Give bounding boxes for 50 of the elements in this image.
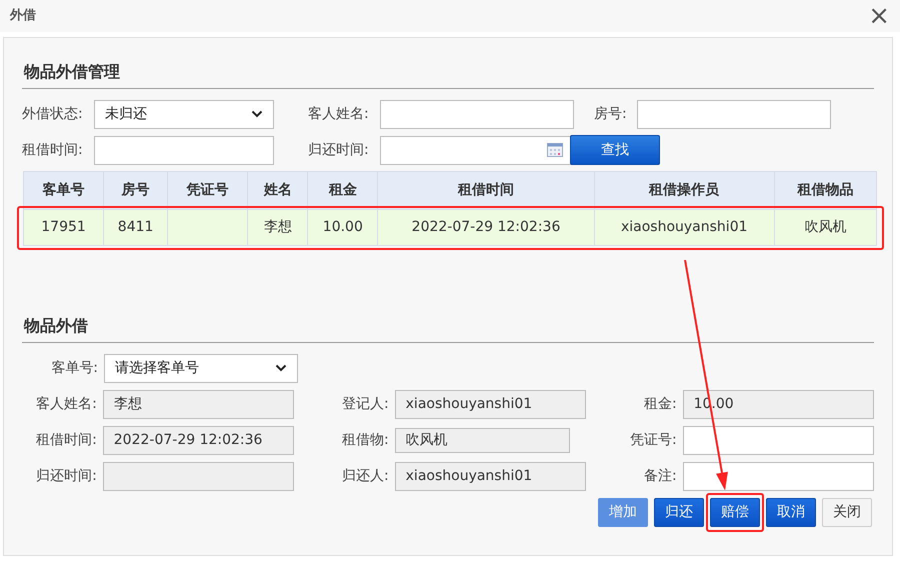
field-label: 房号: [594,106,627,122]
field-label: 归还时间: [308,142,369,158]
column-header[interactable]: 租借操作员 [594,172,774,210]
column-header[interactable]: 租借时间 [378,172,594,210]
column-header[interactable]: 房号 [104,172,168,210]
calendar-icon[interactable] [547,143,563,157]
field-label: 凭证号: [630,432,677,448]
field-label: 备注: [644,468,677,484]
field-label: 租借时间: [36,432,97,448]
window-title: 外借 [10,7,36,26]
table-cell: 吹风机 [774,210,876,246]
field-label: 登记人: [342,396,389,412]
table-cell: xiaoshouyanshi01 [594,210,774,246]
field-label: 租借时间: [22,142,83,158]
table-cell: 2022-07-29 12:02:36 [378,210,594,246]
section-title: 物品外借管理 [22,54,874,89]
column-header[interactable]: 租金 [308,172,378,210]
field-label: 客单号: [51,360,98,376]
column-header[interactable]: 客单号 [24,172,104,210]
field-label: 外借状态: [22,106,83,122]
search-button[interactable]: 查找 [570,135,660,165]
field-label: 归还人: [342,468,389,484]
input-field[interactable] [94,136,274,164]
caret-icon [251,110,263,118]
table-cell: 8411 [104,210,168,246]
action-button[interactable]: 归还 [654,498,704,527]
field-label: 客人姓名: [308,106,369,122]
input-field[interactable] [380,100,574,128]
field-label: 归还时间: [36,468,97,484]
input-field[interactable] [637,100,831,128]
close-button[interactable]: × [868,3,890,29]
table-cell: 10.00 [308,210,378,246]
section-title: 物品外借 [22,308,874,343]
column-header[interactable]: 姓名 [248,172,308,210]
input-field[interactable] [682,426,874,454]
column-header[interactable]: 凭证号 [168,172,248,210]
dropdown[interactable]: 请选择客单号 [104,354,298,382]
field-label: 租金: [644,396,677,412]
dropdown[interactable]: 未归还 [94,100,274,128]
field-label: 租借物: [342,432,389,448]
column-header[interactable]: 租借物品 [774,172,876,210]
field-label: 客人姓名: [36,396,97,412]
table-cell: 17951 [24,210,104,246]
table-row[interactable]: 17951 8411 李想 10.00 2022-07-29 12:02:36 xiaoshouyanshi01 吹风机 [24,210,876,246]
action-button[interactable]: 关闭 [822,498,872,527]
action-button[interactable]: 取消 [766,498,816,527]
table-cell: 李想 [248,210,308,246]
caret-icon [275,364,287,372]
action-button[interactable]: 赔偿 [710,498,760,527]
input-field[interactable] [682,462,874,490]
